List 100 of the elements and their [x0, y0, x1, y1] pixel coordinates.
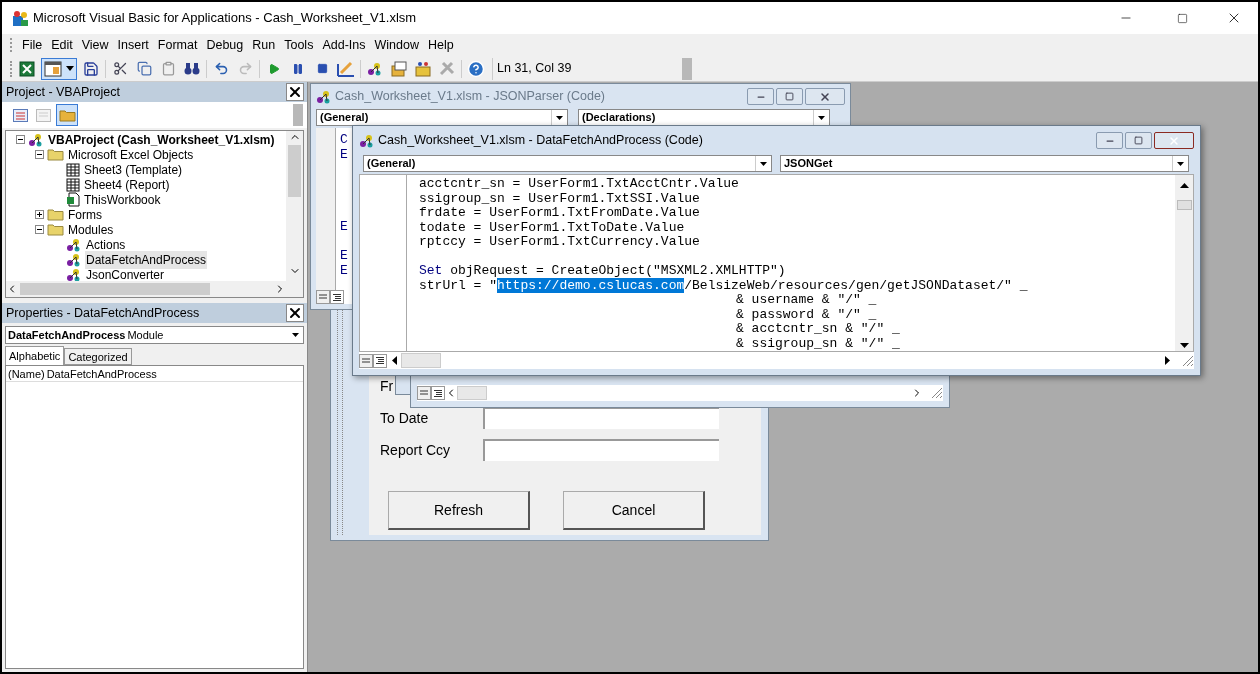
properties-icon[interactable] — [389, 58, 409, 79]
module-icon — [316, 89, 332, 104]
property-name: (Name) — [7, 367, 46, 381]
dropdown-arrow-icon — [760, 161, 767, 166]
scroll-thumb[interactable] — [288, 145, 301, 197]
procedure-dropdown[interactable]: JSONGet — [780, 155, 1189, 172]
scroll-left-icon — [392, 356, 397, 365]
window-title: Microsoft Visual Basic for Applications - Cash_Worksheet_V1.xlsm — [33, 9, 417, 28]
close-icon — [1168, 134, 1180, 147]
form-button[interactable]: Refresh — [388, 491, 530, 530]
menu-item[interactable]: Edit — [47, 35, 77, 55]
module-view-button[interactable] — [330, 290, 344, 304]
help-icon[interactable] — [466, 58, 486, 79]
dropdown-arrow-icon — [556, 115, 563, 120]
pane-title: Project - VBAProject — [6, 83, 120, 101]
module-icon — [66, 237, 82, 252]
sheet-icon — [66, 162, 80, 177]
menu-item[interactable]: View — [77, 35, 113, 55]
pane-title: Properties - DataFetchAndProcess — [6, 304, 200, 322]
menu-item[interactable]: Window — [370, 35, 423, 55]
module-icon — [359, 133, 375, 148]
tree-item[interactable]: DataFetchAndProcess — [85, 250, 208, 269]
resize-grip-icon — [931, 387, 943, 399]
dropdown-arrow-icon — [66, 66, 74, 71]
maximize-icon — [1176, 12, 1188, 24]
object-dropdown[interactable]: (General) — [316, 109, 568, 126]
maximize-icon — [785, 92, 794, 101]
code-line: strUrl = "https://demo.cslucas.com/BelsizeWeb/resources/gen/getJSONDataset/" _ — [419, 278, 1029, 293]
menu-item[interactable]: Add-Ins — [318, 35, 370, 55]
vertical-scrollbar[interactable] — [1175, 175, 1193, 351]
tab[interactable]: Categorized — [64, 348, 132, 365]
toggle-folders-button[interactable] — [56, 104, 78, 126]
window-title: Cash_Worksheet_V1.xlsm - DataFetchAndProcess (Code) — [378, 132, 703, 150]
maximize-icon — [1134, 136, 1143, 145]
collapse-icon[interactable] — [35, 225, 44, 234]
toolbar-grip[interactable] — [293, 104, 303, 126]
folder-icon — [47, 223, 64, 236]
code-line: & username & "/" _ — [735, 293, 878, 308]
cursor-position: Ln 31, Col 39 — [496, 60, 573, 78]
menu-item[interactable]: Tools — [280, 35, 318, 55]
field-label: Fr — [380, 378, 394, 394]
folder-icon — [47, 148, 64, 161]
module-view-icon — [376, 357, 384, 364]
object-dropdown[interactable]: DataFetchAndProcess Module — [5, 326, 304, 344]
expand-icon[interactable] — [35, 210, 44, 219]
collapse-icon[interactable] — [35, 150, 44, 159]
dropdown-arrow-icon — [1177, 161, 1184, 166]
minimize-button[interactable] — [747, 88, 774, 105]
code-line: frdate = UserForm1.TxtFromDate.Value — [419, 206, 701, 221]
scroll-thumb[interactable] — [457, 386, 487, 400]
excel-icon[interactable] — [17, 58, 37, 79]
code-line: & acctcntr_sn & "/" _ — [735, 322, 901, 337]
procedure-view-icon — [420, 390, 428, 396]
close-icon — [287, 84, 303, 100]
menu-item[interactable]: Debug — [202, 35, 248, 55]
module-view-button[interactable] — [431, 386, 445, 400]
scroll-thumb[interactable] — [401, 353, 441, 368]
property-value[interactable]: DataFetchAndProcess — [46, 366, 157, 381]
code-line: E — [340, 218, 348, 236]
menu-item[interactable]: Format — [153, 35, 202, 55]
scroll-thumb[interactable] — [20, 283, 210, 295]
input-field[interactable] — [483, 407, 719, 429]
toolbar-options-button[interactable] — [682, 57, 692, 80]
tab[interactable]: Alphabetic — [5, 346, 65, 365]
workbook-icon — [66, 192, 80, 207]
module-view-button[interactable] — [373, 353, 387, 368]
collapse-icon[interactable] — [16, 135, 25, 144]
menu-item[interactable]: Run — [248, 35, 280, 55]
object-dropdown[interactable]: (General) — [363, 155, 772, 172]
dropdown-arrow-icon — [292, 333, 299, 337]
field-label: Report Ccy — [380, 442, 451, 458]
insert-form-button[interactable] — [41, 57, 77, 80]
scroll-thumb[interactable] — [1176, 200, 1192, 210]
code-line: Set objRequest = CreateObject("MSXML2.XMLHTTP") — [419, 264, 787, 279]
close-button[interactable] — [286, 83, 304, 101]
module-icon — [66, 252, 82, 267]
code-line: ssigroup_sn = UserForm1.TxtSSI.Value — [419, 191, 701, 206]
horizontal-scrollbar[interactable] — [6, 281, 286, 297]
code-line: acctcntr_sn = UserForm1.TxtAcctCntr.Value — [419, 177, 740, 192]
project-icon — [28, 132, 44, 147]
app-icon — [12, 9, 29, 27]
maximize-button[interactable] — [776, 88, 803, 105]
sheet-icon — [66, 177, 80, 192]
resize-grip-icon — [1182, 354, 1194, 367]
folder-icon — [58, 108, 76, 122]
module-icon — [66, 267, 82, 281]
scroll-right-icon — [1165, 356, 1170, 365]
close-button[interactable] — [1154, 132, 1194, 149]
form-button[interactable]: Cancel — [563, 491, 705, 530]
minimize-button[interactable] — [1096, 132, 1123, 149]
close-icon — [819, 90, 831, 103]
vertical-scrollbar[interactable] — [286, 131, 303, 297]
modules-icon — [367, 61, 383, 76]
maximize-button[interactable] — [1125, 132, 1152, 149]
input-field[interactable] — [483, 439, 719, 461]
menu-item[interactable]: Help — [423, 35, 458, 55]
tree-item[interactable]: VBAProject (Cash_Worksheet_V1.xlsm) — [47, 131, 276, 149]
menu-item[interactable]: File — [18, 35, 47, 55]
menu-item[interactable]: Insert — [113, 35, 153, 55]
close-button[interactable] — [286, 304, 304, 322]
